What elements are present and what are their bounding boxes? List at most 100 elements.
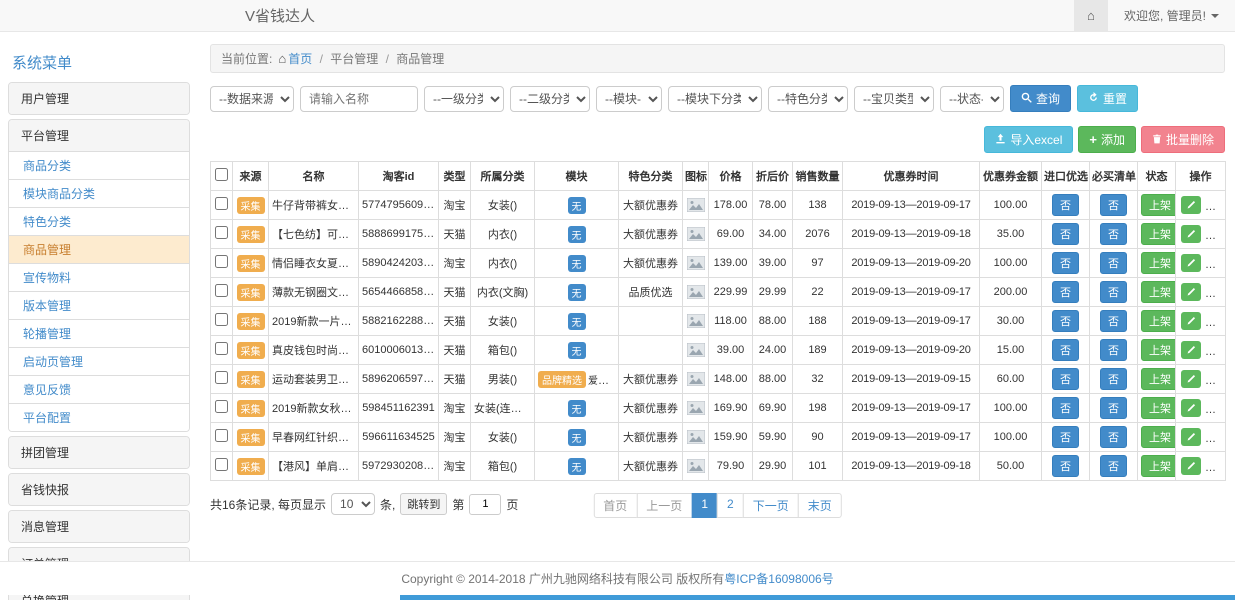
breadcrumb-separator: / (386, 52, 389, 66)
batch-delete-button[interactable]: 批量删除 (1141, 126, 1225, 153)
edit-button[interactable] (1181, 428, 1201, 446)
must-buy-toggle[interactable]: 否 (1100, 281, 1127, 303)
must-buy-toggle[interactable]: 否 (1100, 455, 1127, 477)
sidebar-subitem[interactable]: 轮播管理 (9, 319, 189, 347)
status-toggle[interactable]: 上架 (1141, 455, 1176, 477)
import-select-toggle[interactable]: 否 (1052, 281, 1079, 303)
edit-button[interactable] (1181, 283, 1201, 301)
row-checkbox[interactable] (215, 458, 228, 471)
status-toggle[interactable]: 上架 (1141, 223, 1176, 245)
page-button[interactable]: 下一页 (743, 493, 799, 518)
import-excel-button[interactable]: 导入excel (984, 126, 1073, 153)
sidebar-subitem[interactable]: 平台配置 (9, 403, 189, 431)
status-toggle[interactable]: 上架 (1141, 368, 1176, 390)
page-button[interactable]: 首页 (593, 493, 637, 518)
search-button[interactable]: 查询 (1010, 85, 1071, 112)
page-button[interactable]: 2 (717, 493, 744, 518)
row-checkbox[interactable] (215, 429, 228, 442)
icon-cell (683, 365, 709, 394)
import-select-toggle[interactable]: 否 (1052, 368, 1079, 390)
must-buy-toggle[interactable]: 否 (1100, 339, 1127, 361)
row-checkbox[interactable] (215, 371, 228, 384)
status-toggle[interactable]: 上架 (1141, 397, 1176, 419)
sidebar-subitem[interactable]: 模块商品分类 (9, 179, 189, 207)
sidebar-item[interactable]: 用户管理 (9, 83, 189, 114)
type-cell: 淘宝 (439, 452, 471, 481)
status-toggle[interactable]: 上架 (1141, 310, 1176, 332)
sidebar-subitem[interactable]: 宣传物料 (9, 263, 189, 291)
row-checkbox[interactable] (215, 313, 228, 326)
must-buy-toggle[interactable]: 否 (1100, 252, 1127, 274)
import-select-toggle[interactable]: 否 (1052, 252, 1079, 274)
status-toggle[interactable]: 上架 (1141, 339, 1176, 361)
status-toggle[interactable]: 上架 (1141, 252, 1176, 274)
row-checkbox[interactable] (215, 197, 228, 210)
page-button[interactable]: 末页 (798, 493, 842, 518)
import-select-toggle[interactable]: 否 (1052, 339, 1079, 361)
row-checkbox[interactable] (215, 342, 228, 355)
per-page-select[interactable]: 10 (331, 493, 375, 515)
row-checkbox[interactable] (215, 400, 228, 413)
page-button[interactable]: 上一页 (636, 493, 692, 518)
must-buy-toggle[interactable]: 否 (1100, 310, 1127, 332)
module-select[interactable]: --模块-- (596, 86, 662, 112)
sidebar-item[interactable]: 省钱快报 (9, 474, 189, 505)
import-select-cell: 否 (1042, 423, 1090, 452)
product-thumbnail (687, 401, 705, 415)
icp-link[interactable]: 粤ICP备16098006号 (724, 572, 833, 586)
import-select-toggle[interactable]: 否 (1052, 223, 1079, 245)
status-toggle[interactable]: 上架 (1141, 426, 1176, 448)
featured-category-select[interactable]: --特色分类-- (768, 86, 848, 112)
level2-category-select[interactable]: --二级分类-- (510, 86, 590, 112)
select-all-checkbox[interactable] (215, 168, 228, 181)
must-buy-toggle[interactable]: 否 (1100, 223, 1127, 245)
import-select-toggle[interactable]: 否 (1052, 426, 1079, 448)
edit-button[interactable] (1181, 399, 1201, 417)
import-select-toggle[interactable]: 否 (1052, 310, 1079, 332)
sidebar-subitem[interactable]: 启动页管理 (9, 347, 189, 375)
status-toggle[interactable]: 上架 (1141, 194, 1176, 216)
row-checkbox[interactable] (215, 284, 228, 297)
sidebar-subitem[interactable]: 商品分类 (9, 151, 189, 179)
name-input[interactable] (300, 86, 418, 112)
jump-button[interactable]: 跳转到 (400, 493, 447, 515)
page-number-input[interactable] (469, 494, 501, 515)
batch-delete-label: 批量删除 (1166, 131, 1214, 148)
add-button[interactable]: + 添加 (1078, 126, 1136, 153)
must-buy-toggle[interactable]: 否 (1100, 368, 1127, 390)
status-toggle[interactable]: 上架 (1141, 281, 1176, 303)
import-select-toggle[interactable]: 否 (1052, 194, 1079, 216)
must-buy-toggle[interactable]: 否 (1100, 194, 1127, 216)
status-select[interactable]: --状态-- (940, 86, 1004, 112)
reset-button[interactable]: 重置 (1077, 85, 1138, 112)
import-select-toggle[interactable]: 否 (1052, 455, 1079, 477)
edit-button[interactable] (1181, 370, 1201, 388)
must-buy-toggle[interactable]: 否 (1100, 426, 1127, 448)
edit-button[interactable] (1181, 196, 1201, 214)
sidebar-subitem[interactable]: 意见反馈 (9, 375, 189, 403)
breadcrumb-home-link[interactable]: 首页 (288, 52, 312, 66)
sidebar-subitem[interactable]: 商品管理 (9, 235, 189, 263)
data-source-select[interactable]: --数据来源-- (210, 86, 294, 112)
sidebar-item[interactable]: 拼团管理 (9, 437, 189, 468)
sidebar-item[interactable]: 消息管理 (9, 511, 189, 542)
edit-button[interactable] (1181, 225, 1201, 243)
edit-button[interactable] (1181, 312, 1201, 330)
import-select-toggle[interactable]: 否 (1052, 397, 1079, 419)
edit-button[interactable] (1181, 341, 1201, 359)
sidebar-subitem[interactable]: 特色分类 (9, 207, 189, 235)
edit-button[interactable] (1181, 457, 1201, 475)
must-buy-toggle[interactable]: 否 (1100, 397, 1127, 419)
item-type-select[interactable]: --宝贝类型-- (854, 86, 934, 112)
page-button[interactable]: 1 (691, 493, 718, 518)
home-button[interactable]: ⌂ (1074, 0, 1108, 31)
edit-button[interactable] (1181, 254, 1201, 272)
module-sub-category-select[interactable]: --模块下分类-- (668, 86, 762, 112)
level1-category-select[interactable]: --一级分类-- (424, 86, 504, 112)
taoke-id-cell: 589620659791 (359, 365, 439, 394)
sidebar-item[interactable]: 平台管理 (9, 120, 189, 151)
sidebar-subitem[interactable]: 版本管理 (9, 291, 189, 319)
user-menu[interactable]: 欢迎您, 管理员! (1108, 7, 1235, 24)
row-checkbox[interactable] (215, 255, 228, 268)
row-checkbox[interactable] (215, 226, 228, 239)
